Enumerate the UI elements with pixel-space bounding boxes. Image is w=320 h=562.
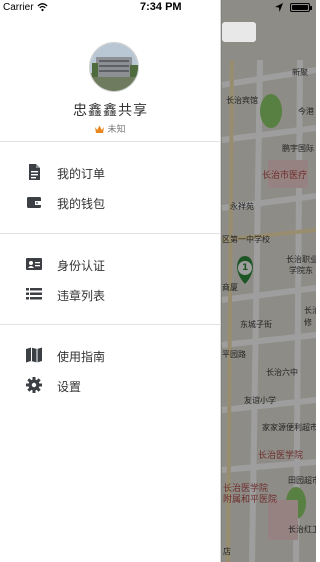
map-guide-icon xyxy=(26,347,42,363)
avatar-photo xyxy=(90,43,138,91)
user-level-text: 未知 xyxy=(107,125,126,135)
menu-item-my-wallet[interactable]: 我的钱包 xyxy=(0,188,221,216)
battery-icon xyxy=(290,3,312,12)
clock: 7:34 PM xyxy=(140,1,182,13)
user-level: 未知 xyxy=(0,122,221,135)
menu-item-label: 设置 xyxy=(57,380,82,394)
location-arrow-icon xyxy=(275,3,283,12)
wifi-icon xyxy=(37,3,48,12)
crown-icon xyxy=(95,125,105,133)
divider xyxy=(0,233,221,234)
menu-item-label: 我的钱包 xyxy=(57,197,106,211)
id-card-icon xyxy=(26,258,42,270)
menu-item-violation-list[interactable]: 违章列表 xyxy=(0,280,221,308)
menu-item-label: 使用指南 xyxy=(57,350,106,364)
menu-item-user-guide[interactable]: 使用指南 xyxy=(0,341,221,369)
map-search-box[interactable] xyxy=(222,22,256,42)
divider xyxy=(0,141,221,142)
side-drawer: 忠鑫鑫共享 未知 我的订单 我的钱包 身份认证 违章列表 使用指南 设置 xyxy=(0,0,221,562)
menu-item-my-orders[interactable]: 我的订单 xyxy=(0,158,221,186)
list-icon xyxy=(26,288,42,300)
menu-item-label: 我的订单 xyxy=(57,167,106,181)
wallet-icon xyxy=(27,197,41,208)
document-icon xyxy=(29,164,40,180)
menu-item-label: 身份认证 xyxy=(57,259,106,273)
carrier-label: Carrier xyxy=(3,2,34,13)
avatar[interactable] xyxy=(89,42,139,92)
menu-item-identity-verification[interactable]: 身份认证 xyxy=(0,250,221,278)
status-bar: Carrier 7:34 PM xyxy=(0,0,316,16)
menu-item-label: 违章列表 xyxy=(57,289,106,303)
username: 忠鑫鑫共享 xyxy=(73,103,148,119)
menu-item-settings[interactable]: 设置 xyxy=(0,371,221,399)
divider xyxy=(0,324,221,325)
gear-icon xyxy=(26,377,42,393)
